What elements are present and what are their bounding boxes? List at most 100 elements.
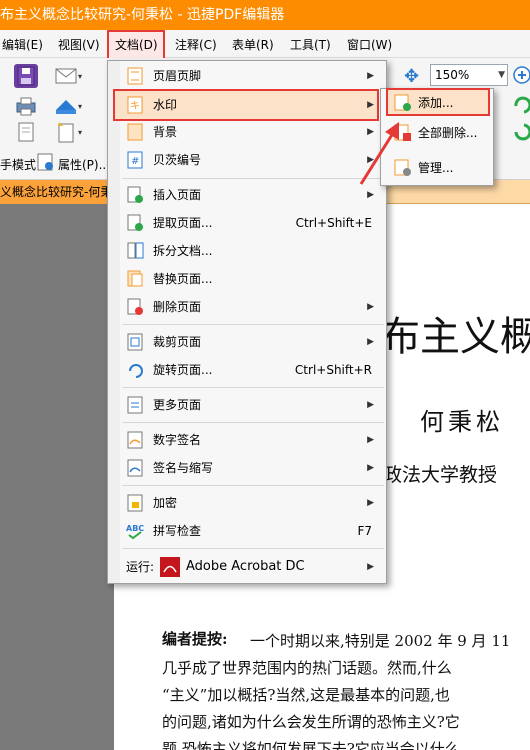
menu-item-label: 更多页面 [153, 398, 202, 412]
abstract-label: 编者提按: [162, 630, 228, 648]
menu-item-sign-initials[interactable]: 签名与缩写 ▶ [108, 455, 386, 481]
new-from-icon[interactable]: ▾ [54, 120, 82, 144]
scan-icon[interactable]: ▾ [54, 94, 82, 118]
menu-item-label: 背景 [153, 125, 178, 139]
menu-item-rotate-pages[interactable]: 旋转页面... Ctrl+Shift+R [108, 357, 386, 383]
menu-comment[interactable]: 注释(C) [175, 34, 217, 56]
menu-item-watermark[interactable]: キ 水印 ▶ [108, 92, 386, 118]
submenu-arrow-icon: ▶ [367, 400, 374, 410]
menu-item-more-pages[interactable]: 更多页面 ▶ [108, 392, 386, 418]
menu-item-label: 加密 [153, 496, 178, 510]
abstract-line-1: 一个时期以来,特别是 2002 年 9 月 11 [250, 632, 511, 650]
save-icon[interactable] [14, 64, 38, 88]
menu-item-shortcut: Ctrl+Shift+E [295, 216, 372, 230]
menu-item-bates[interactable]: # 贝茨编号 ▶ [108, 147, 386, 173]
zoom-in-icon[interactable] [512, 64, 530, 88]
email-icon[interactable]: ▾ [54, 64, 82, 88]
insert-page-icon [126, 186, 144, 204]
new-doc-icon[interactable] [14, 120, 38, 144]
document-tab[interactable]: 义概念比较研究-何秉松 [0, 180, 108, 204]
submenu-arrow-icon: ▶ [367, 100, 374, 110]
zoom-select[interactable]: 150% ▼ [430, 64, 508, 86]
submenu-arrow-icon: ▶ [367, 435, 374, 445]
svg-text:#: # [131, 156, 139, 167]
menu-item-insert-pages[interactable]: 插入页面 ▶ [108, 182, 386, 208]
menu-separator [122, 548, 384, 549]
fit-page-icon[interactable]: ✥ [402, 64, 426, 88]
split-document-icon [126, 242, 144, 260]
menu-item-digital-signature[interactable]: 数字签名 ▶ [108, 427, 386, 453]
hand-mode-label[interactable]: 手模式 [0, 156, 36, 173]
document-tab-label: 义概念比较研究-何秉松 [0, 185, 108, 199]
menu-separator [122, 485, 384, 486]
svg-text:▾: ▾ [78, 102, 82, 111]
run-label: 运行: [126, 560, 155, 574]
menu-item-shortcut: F7 [357, 524, 372, 538]
menu-item-label: 拼写检查 [153, 524, 202, 538]
submenu-add-label: 添加... [418, 96, 454, 110]
submenu-arrow-icon: ▶ [367, 498, 374, 508]
submenu-manage-label: 管理... [418, 161, 454, 175]
menu-item-spell-check[interactable]: ABC 拼写检查 F7 [108, 518, 386, 544]
extract-page-icon [126, 214, 144, 232]
menu-item-label: 删除页面 [153, 300, 202, 314]
menu-form[interactable]: 表单(R) [232, 34, 274, 56]
menu-item-label: 拆分文档... [153, 244, 213, 258]
menu-item-label: 替换页面... [153, 272, 213, 286]
menu-item-split-document[interactable]: 拆分文档... [108, 238, 386, 264]
menu-item-replace-pages[interactable]: 替换页面... [108, 266, 386, 292]
abstract-line-2: 几乎成了世界范围内的热门话题。然而,什么 [162, 659, 452, 677]
menu-item-shortcut: Ctrl+Shift+R [294, 363, 372, 377]
menu-item-label: 裁剪页面 [153, 335, 202, 349]
page-heading: 布主义概 [380, 314, 530, 360]
menu-item-extract-pages[interactable]: 提取页面... Ctrl+Shift+E [108, 210, 386, 236]
abstract-line-4: 的问题,诸如为什么会发生所谓的恐怖主义?它 [162, 713, 460, 731]
menu-item-label: 提取页面... [153, 216, 213, 230]
rotate-page-icon [126, 361, 144, 379]
svg-text:▾: ▾ [78, 128, 82, 137]
refresh-icon[interactable] [512, 120, 530, 144]
menu-tools[interactable]: 工具(T) [290, 34, 331, 56]
menu-separator [122, 324, 384, 325]
menu-item-crop-pages[interactable]: 裁剪页面 ▶ [108, 329, 386, 355]
menu-item-label: 水印 [153, 98, 178, 112]
submenu-arrow-icon: ▶ [367, 463, 374, 473]
menu-item-background[interactable]: 背景 ▶ [108, 119, 386, 145]
menu-item-label: 旋转页面... [153, 363, 213, 377]
menu-separator [122, 387, 384, 388]
svg-text:✥: ✥ [404, 66, 419, 87]
delete-page-icon [126, 298, 144, 316]
abstract-line-5: 题,恐怖主义将如何发展下去?它应当会以什么 [162, 740, 460, 750]
submenu-arrow-icon: ▶ [367, 302, 374, 312]
digital-signature-icon [126, 431, 144, 449]
print-icon[interactable] [14, 94, 38, 118]
submenu-delete-all-label: 全部删除... [418, 126, 478, 140]
menu-item-label: 页眉页脚 [153, 69, 202, 83]
properties-label[interactable]: 属性(P)... [58, 156, 110, 173]
chevron-down-icon: ▼ [498, 70, 505, 80]
menu-document[interactable]: 文档(D) [115, 34, 158, 56]
menu-item-encrypt[interactable]: 加密 ▶ [108, 490, 386, 516]
rotate-icon[interactable] [512, 94, 530, 118]
background-icon [126, 123, 144, 141]
svg-text:ABC: ABC [126, 524, 144, 533]
menu-window[interactable]: 窗口(W) [347, 34, 392, 56]
menu-separator [122, 178, 384, 179]
bates-numbering-icon: # [126, 151, 144, 169]
menu-view[interactable]: 视图(V) [58, 34, 100, 56]
menu-item-delete-pages[interactable]: 删除页面 ▶ [108, 294, 386, 320]
menu-item-run-app[interactable]: 运行: Adobe Acrobat DC ▶ [108, 553, 386, 581]
add-watermark-icon [394, 94, 412, 112]
menu-item-header-footer[interactable]: 页眉页脚 ▶ [108, 63, 386, 89]
run-app-name: Adobe Acrobat DC [186, 559, 305, 574]
zoom-value: 150% [435, 68, 470, 82]
menu-item-label: 签名与缩写 [153, 461, 214, 475]
menu-item-label: 数字签名 [153, 433, 202, 447]
svg-text:▾: ▾ [78, 72, 82, 81]
acrobat-icon [160, 557, 180, 577]
submenu-add[interactable]: 添加... [386, 89, 498, 117]
submenu-arrow-icon: ▶ [367, 71, 374, 81]
menu-separator [122, 422, 384, 423]
properties-icon[interactable] [36, 152, 56, 172]
menu-edit[interactable]: 编辑(E) [2, 34, 43, 56]
